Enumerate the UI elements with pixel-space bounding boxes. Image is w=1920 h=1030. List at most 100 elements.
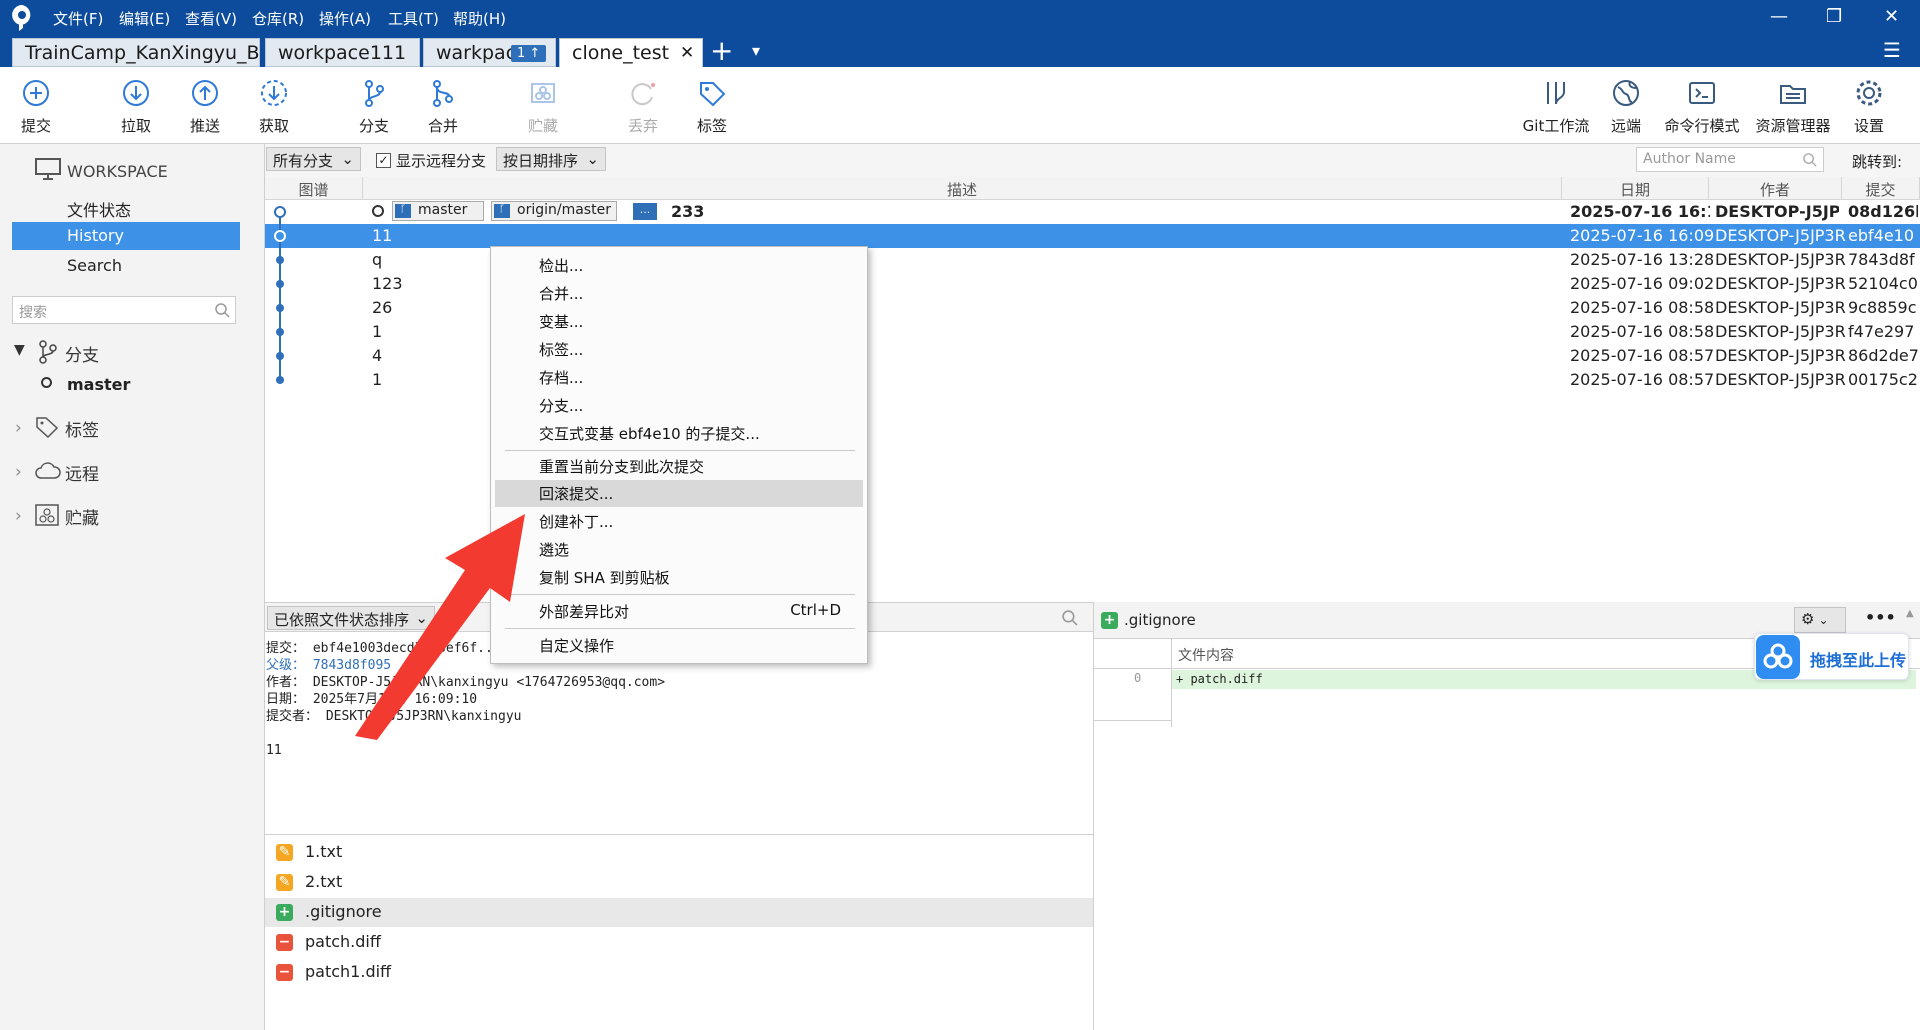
sidebar-branch-master[interactable]: master [67, 375, 130, 394]
menu-item-cherry-pick[interactable]: 遴选 [495, 536, 863, 563]
tab-dropdown-icon[interactable]: ▾ [752, 41, 760, 60]
menu-item-custom-actions[interactable]: 自定义操作 [495, 632, 863, 659]
menu-tools[interactable]: 工具(T) [388, 8, 439, 29]
file-item[interactable]: + .gitignore [265, 898, 1093, 927]
add-tab-icon[interactable]: + [710, 34, 733, 67]
current-branch-icon [41, 377, 52, 388]
chevron-right-icon[interactable]: › [15, 462, 22, 482]
sidebar-group-branch[interactable]: 分支 [65, 341, 99, 366]
table-row[interactable]: 11 2025-07-16 16:09 DESKTOP-J5JP3R ebf4e… [265, 224, 1920, 248]
column-author[interactable]: 作者 [1709, 177, 1842, 200]
menu-item-rebase[interactable]: 变基... [495, 308, 863, 335]
scroll-up-icon[interactable]: ▲ [1906, 608, 1914, 619]
discard-icon [631, 83, 655, 106]
menu-item-reset[interactable]: 重置当前分支到此次提交 [495, 453, 863, 480]
tab-label: clone_test [572, 42, 670, 64]
minimize-button[interactable]: — [1770, 6, 1788, 27]
column-date[interactable]: 日期 [1562, 177, 1709, 200]
discard-button[interactable]: 丢弃 [603, 77, 683, 136]
table-row[interactable]: ᚴ master ᚴ origin/master ... 233 2025-07-1… [265, 200, 1920, 224]
stash-icon [531, 83, 555, 103]
menu-view[interactable]: 查看(V) [185, 8, 237, 29]
terminal-button[interactable]: 命令行模式 [1656, 77, 1748, 136]
menu-item-interactive-rebase[interactable]: 交互式变基 ebf4e10 的子提交... [495, 420, 863, 447]
explorer-button[interactable]: 资源管理器 [1747, 77, 1839, 136]
sidebar-item-file-status[interactable]: 文件状态 [12, 193, 240, 221]
menu-item-branch[interactable]: 分支... [495, 392, 863, 419]
menu-item-create-patch[interactable]: 创建补丁... [495, 508, 863, 535]
maximize-button[interactable]: ❐ [1826, 6, 1842, 27]
column-commit[interactable]: 提交 [1842, 177, 1920, 200]
pull-button[interactable]: 拉取 [96, 77, 176, 136]
column-desc[interactable]: 描述 [363, 177, 1562, 200]
show-remote-checkbox[interactable]: ✓ [376, 153, 391, 168]
close-window-button[interactable]: ✕ [1884, 6, 1899, 27]
tab-warkpace[interactable]: warkpace 1 ↑ [423, 38, 556, 67]
tab-workpace111[interactable]: workpace111 [265, 38, 420, 67]
chevron-right-icon[interactable]: › [15, 418, 22, 438]
discard-label: 丢弃 [627, 117, 658, 135]
tag-icon [700, 82, 726, 107]
ref-label-origin[interactable]: ᚴ origin/master [491, 201, 617, 221]
menu-edit[interactable]: 编辑(E) [119, 8, 170, 29]
menu-help[interactable]: 帮助(H) [453, 8, 506, 29]
menu-item-copy-sha[interactable]: 复制 SHA 到剪贴板 [495, 564, 863, 591]
menu-item-archive[interactable]: 存档... [495, 364, 863, 391]
stash-button[interactable]: 贮藏 [503, 77, 583, 136]
chevron-right-icon[interactable]: › [15, 506, 22, 526]
sidebar: WORKSPACE 文件状态 History Search 搜索 ▼ 分支 ma… [0, 144, 265, 1030]
file-item[interactable]: ✎ 1.txt [265, 838, 1093, 867]
column-graph[interactable]: 图谱 [265, 177, 363, 200]
push-button[interactable]: 推送 [165, 77, 245, 136]
jump-to-label[interactable]: 跳转到: [1852, 151, 1902, 172]
commit-button[interactable]: 提交 [0, 77, 76, 136]
merge-button[interactable]: 合并 [403, 77, 483, 136]
fetch-button[interactable]: 获取 [234, 77, 314, 136]
menu-file[interactable]: 文件(F) [53, 8, 103, 29]
branch-icon: ᚴ [494, 204, 510, 218]
commit-desc: 1 [372, 322, 383, 341]
search-icon[interactable] [1062, 610, 1078, 626]
menu-item-checkout[interactable]: 检出... [495, 252, 863, 279]
remote-button[interactable]: 远端 [1586, 77, 1666, 136]
ref-label-master[interactable]: ᚴ master [392, 201, 484, 221]
more-options-icon[interactable]: ••• [1865, 608, 1896, 627]
file-item[interactable]: − patch.diff [265, 928, 1093, 957]
file-item[interactable]: ✎ 2.txt [265, 868, 1093, 897]
tab-traincamp[interactable]: TrainCamp_KanXingyu_B... [12, 38, 260, 67]
menu-item-tag[interactable]: 标签... [495, 336, 863, 363]
sidebar-item-search[interactable]: Search [12, 252, 240, 280]
upload-float-button[interactable]: 拖拽至此上传 [1754, 633, 1909, 680]
branch-button[interactable]: 分支 [334, 77, 414, 136]
added-icon: + [1101, 612, 1118, 629]
menu-action[interactable]: 操作(A) [319, 8, 371, 29]
context-menu: 检出... 合并... 变基... 标签... 存档... 分支... 交互式变… [490, 246, 868, 664]
sidebar-item-history[interactable]: History [12, 222, 240, 250]
sidebar-search-input[interactable]: 搜索 [12, 296, 236, 324]
chevron-down-icon: ⌄ [1818, 613, 1829, 627]
menu-item-revert[interactable]: 回滚提交... [495, 480, 863, 507]
sidebar-group-tags[interactable]: 标签 [65, 416, 99, 441]
search-icon [215, 303, 230, 318]
chevron-down-icon[interactable]: ▼ [14, 342, 25, 358]
menu-item-merge[interactable]: 合并... [495, 280, 863, 307]
file-item[interactable]: − patch1.diff [265, 958, 1093, 987]
sort-dropdown[interactable]: 按日期排序 ⌄ [496, 147, 606, 171]
menu-item-external-diff[interactable]: 外部差异比对 Ctrl+D [495, 598, 863, 625]
author-filter-input[interactable]: Author Name [1636, 147, 1824, 172]
scrollbar[interactable]: ▲ [1902, 604, 1920, 1030]
diff-options-button[interactable]: ⚙ ⌄ [1794, 607, 1846, 633]
ref-more-badge[interactable]: ... [633, 203, 657, 220]
sidebar-group-remote[interactable]: 远程 [65, 460, 99, 485]
commit-author: DESKTOP-J5JP3R [1715, 298, 1846, 317]
push-icon [192, 80, 218, 106]
tag-button[interactable]: 标签 [672, 77, 752, 136]
settings-button[interactable]: 设置 [1829, 77, 1909, 136]
menu-repo[interactable]: 仓库(R) [252, 8, 304, 29]
sidebar-group-stash[interactable]: 贮藏 [65, 504, 99, 529]
branch-filter-dropdown[interactable]: 所有分支 ⌄ [266, 147, 361, 171]
tab-clone-test[interactable]: clone_test ✕ [559, 38, 703, 67]
hamburger-menu-icon[interactable]: ☰ [1883, 38, 1901, 62]
gutter-end [1094, 689, 1171, 721]
tab-close-icon[interactable]: ✕ [680, 43, 694, 63]
